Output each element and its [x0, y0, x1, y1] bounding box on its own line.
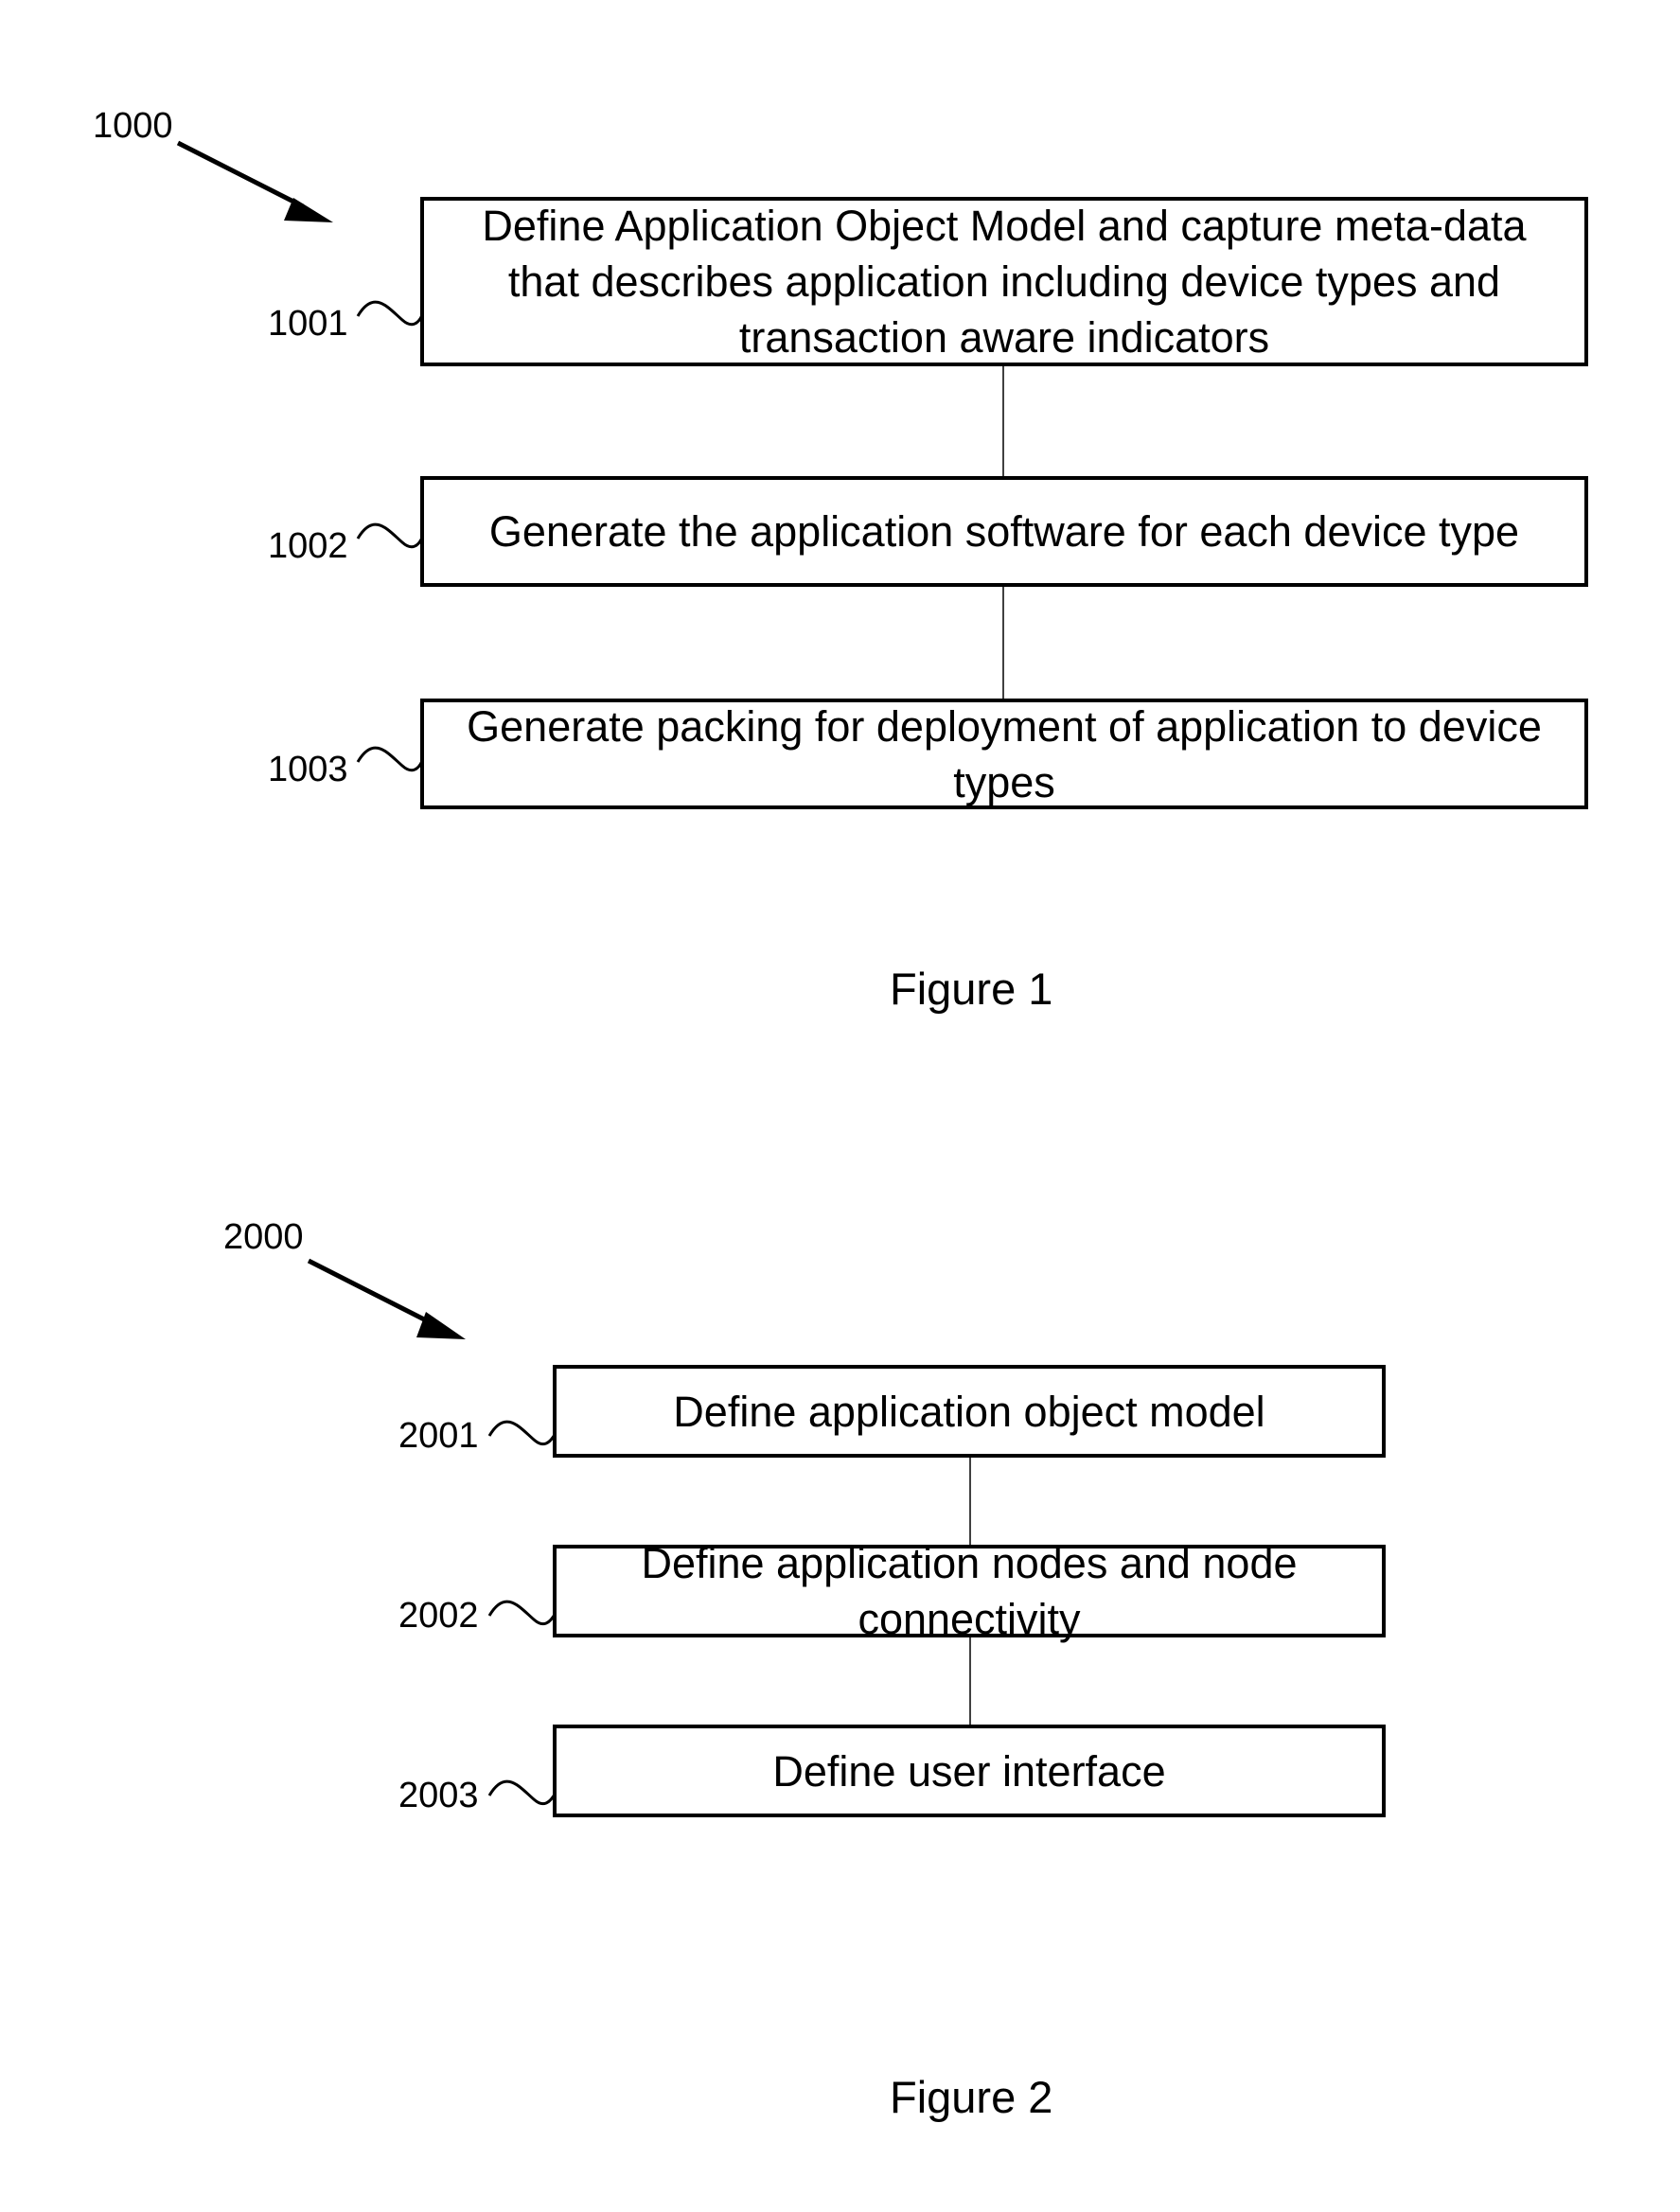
- figure1-pointer-arrow: [176, 140, 333, 222]
- step-box-1001: Define Application Object Model and capt…: [420, 197, 1588, 366]
- step-box-2001: Define application object model: [553, 1365, 1386, 1458]
- leader-1002: [356, 522, 424, 549]
- step-text-2003: Define user interface: [772, 1746, 1166, 1796]
- step-ref-1001: 1001: [268, 304, 348, 344]
- leader-2003: [487, 1779, 557, 1806]
- leader-2001: [487, 1420, 557, 1446]
- step-ref-1003: 1003: [268, 750, 348, 789]
- step-ref-2003: 2003: [398, 1776, 479, 1815]
- step-text-1002: Generate the application software for ea…: [488, 507, 1520, 556]
- step-text-2001: Define application object model: [673, 1387, 1265, 1436]
- step-text-1001: Define Application Object Model and capt…: [482, 202, 1527, 362]
- step-box-2003: Define user interface: [553, 1725, 1386, 1817]
- step-ref-2002: 2002: [398, 1596, 479, 1636]
- figure2-caption: Figure 2: [890, 2072, 1053, 2122]
- step-text-2002: Define application nodes and node connec…: [641, 1539, 1298, 1643]
- figure2-reference-number: 2000: [223, 1217, 304, 1257]
- leader-1001: [356, 300, 424, 327]
- figure1-caption: Figure 1: [890, 964, 1053, 1014]
- step-ref-1002: 1002: [268, 526, 348, 566]
- step-ref-2001: 2001: [398, 1416, 479, 1456]
- leader-2002: [487, 1600, 557, 1626]
- step-box-1002: Generate the application software for ea…: [420, 476, 1588, 587]
- step-box-1003: Generate packing for deployment of appli…: [420, 699, 1588, 809]
- leader-1003: [356, 746, 424, 772]
- step-text-1003: Generate packing for deployment of appli…: [467, 701, 1542, 806]
- step-box-2002: Define application nodes and node connec…: [553, 1539, 1386, 1643]
- figure1-reference-number: 1000: [93, 106, 173, 146]
- figure2-pointer-arrow: [307, 1258, 466, 1339]
